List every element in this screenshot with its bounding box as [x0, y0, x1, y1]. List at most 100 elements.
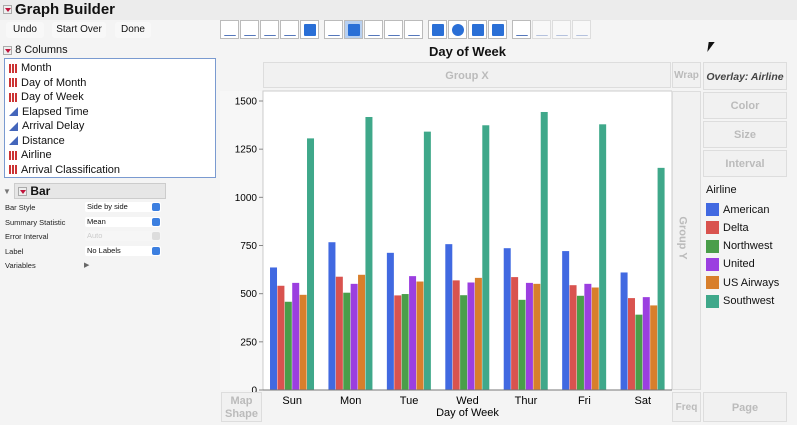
column-item[interactable]: Day of Month	[5, 76, 215, 91]
columns-menu-icon[interactable]	[3, 45, 12, 55]
legend-item[interactable]: Northwest	[706, 239, 773, 253]
bar-southwest[interactable]	[482, 125, 490, 390]
expand-icon[interactable]: ▶	[84, 261, 89, 269]
bar-southwest[interactable]	[307, 138, 315, 390]
legend-item[interactable]: Delta	[706, 221, 749, 235]
prop-select[interactable]: Mean	[85, 216, 161, 227]
bar-united[interactable]	[467, 282, 475, 390]
bar-delta[interactable]	[335, 276, 343, 390]
bar-northwest[interactable]	[401, 294, 409, 390]
map-shape-zone[interactable]: Map Shape	[221, 392, 262, 422]
bar-us-airways[interactable]	[533, 283, 541, 390]
prop-select[interactable]: Auto	[85, 231, 161, 241]
column-item[interactable]: Distance	[5, 134, 215, 149]
bar-panel-header[interactable]: ▼ Bar	[3, 183, 166, 199]
bar-northwest[interactable]	[518, 299, 526, 390]
mosaic-icon[interactable]	[488, 20, 507, 39]
column-item[interactable]: Month	[5, 61, 215, 76]
interval-zone[interactable]: Interval	[703, 150, 787, 177]
bar-delta[interactable]	[569, 285, 577, 390]
legend-item[interactable]: US Airways	[706, 276, 779, 290]
treemap-icon[interactable]	[468, 20, 487, 39]
bar-menu-icon[interactable]	[18, 187, 27, 197]
parallel-icon[interactable]	[572, 20, 591, 39]
column-item[interactable]: Arrival Classification	[5, 163, 215, 178]
line-icon[interactable]	[324, 20, 343, 39]
group-y-zone[interactable]: Group Y	[672, 91, 701, 390]
area-icon[interactable]	[364, 20, 383, 39]
bar-united[interactable]	[409, 276, 417, 390]
page-zone[interactable]: Page	[703, 392, 787, 422]
map-icon[interactable]	[552, 20, 571, 39]
bar-us-airways[interactable]	[591, 287, 599, 390]
histogram-icon[interactable]	[404, 20, 423, 39]
bar-united[interactable]	[584, 283, 592, 390]
bar-american[interactable]	[445, 244, 453, 390]
x-tick-label: Thur	[515, 395, 538, 407]
bar-delta[interactable]	[394, 295, 402, 390]
column-item[interactable]: Day of Week	[5, 90, 215, 105]
wrap-zone[interactable]: Wrap	[672, 62, 701, 88]
heatmap-icon[interactable]	[428, 20, 447, 39]
bar-us-airways[interactable]	[650, 305, 658, 390]
bar-united[interactable]	[642, 297, 650, 390]
bar-northwest[interactable]	[576, 295, 584, 390]
overlay-zone[interactable]: Overlay: Airline	[703, 62, 787, 90]
bar-southwest[interactable]	[657, 167, 665, 390]
size-zone[interactable]: Size	[703, 121, 787, 148]
bar-united[interactable]	[350, 283, 358, 390]
column-item[interactable]: Airline	[5, 148, 215, 163]
bar-delta[interactable]	[452, 280, 460, 390]
bar-american[interactable]	[328, 242, 336, 390]
caption-icon[interactable]	[512, 20, 531, 39]
line-of-fit-icon[interactable]	[260, 20, 279, 39]
freq-zone[interactable]: Freq	[672, 392, 701, 422]
undo-button[interactable]: Undo	[6, 22, 44, 38]
contour-icon[interactable]	[300, 20, 319, 39]
bar-american[interactable]	[562, 251, 570, 390]
smoother-icon[interactable]	[240, 20, 259, 39]
bar-northwest[interactable]	[343, 292, 351, 390]
bar-delta[interactable]	[511, 277, 519, 390]
bar-us-airways[interactable]	[416, 281, 424, 390]
bar-delta[interactable]	[627, 298, 635, 390]
bar-northwest[interactable]	[460, 295, 468, 390]
bar-american[interactable]	[270, 267, 278, 390]
columns-list[interactable]: Month Day of Month Day of Week Elapsed Time…	[4, 58, 216, 178]
bar-southwest[interactable]	[365, 116, 373, 390]
legend-item[interactable]: United	[706, 257, 755, 271]
box-plot-icon[interactable]	[384, 20, 403, 39]
prop-select[interactable]: No Labels	[85, 245, 161, 256]
bar-northwest[interactable]	[635, 314, 643, 390]
bar-southwest[interactable]	[540, 111, 548, 391]
bar-american[interactable]	[503, 248, 511, 390]
bar-united[interactable]	[525, 282, 533, 390]
graph-builder-menu-icon[interactable]	[3, 5, 12, 14]
bar-american[interactable]	[620, 272, 628, 390]
column-item[interactable]: Elapsed Time	[5, 105, 215, 120]
x-axis-label[interactable]: Day of Week	[436, 407, 499, 419]
color-zone[interactable]: Color	[703, 92, 787, 119]
bar-northwest[interactable]	[284, 301, 292, 390]
bar-united[interactable]	[292, 282, 300, 390]
bar-icon[interactable]	[344, 20, 363, 39]
start-over-button[interactable]: Start Over	[52, 22, 106, 38]
bar-us-airways[interactable]	[358, 274, 366, 390]
points-icon[interactable]	[220, 20, 239, 39]
group-x-zone[interactable]: Group X	[263, 62, 671, 88]
prop-select[interactable]: Side by side	[85, 202, 161, 212]
bar-us-airways[interactable]	[299, 294, 307, 390]
bar-southwest[interactable]	[599, 124, 607, 390]
formula-icon[interactable]	[532, 20, 551, 39]
bar-american[interactable]	[386, 252, 394, 390]
bar-delta[interactable]	[277, 285, 285, 390]
bar-southwest[interactable]	[423, 131, 431, 390]
pie-icon[interactable]	[448, 20, 467, 39]
legend-item[interactable]: American	[706, 203, 769, 216]
bar-us-airways[interactable]	[474, 277, 482, 390]
column-item[interactable]: Arrival Delay	[5, 119, 215, 134]
legend-item[interactable]: Southwest	[706, 294, 774, 308]
ellipse-icon[interactable]	[280, 20, 299, 39]
done-button[interactable]: Done	[115, 22, 151, 38]
disclosure-icon[interactable]: ▼	[3, 187, 11, 196]
